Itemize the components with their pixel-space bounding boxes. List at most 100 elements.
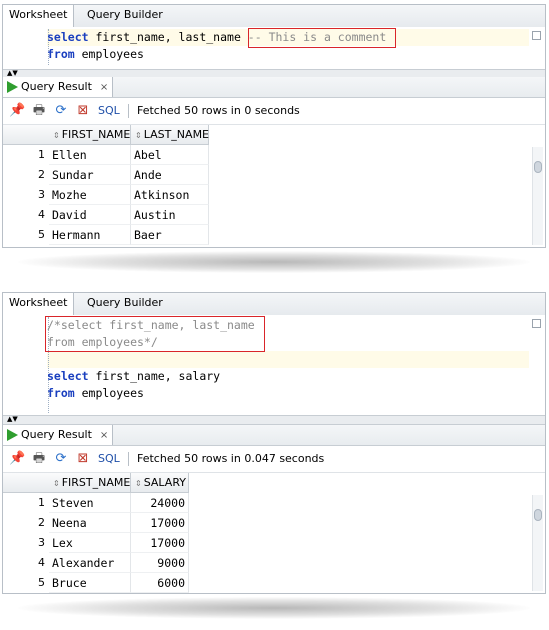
cell-last-name[interactable]: Abel xyxy=(131,145,209,165)
cell-first-name[interactable]: Mozhe xyxy=(49,185,131,205)
keyword-from: from xyxy=(47,386,75,400)
print-icon[interactable]: 🖶 xyxy=(31,451,47,467)
column-header-label: SALARY xyxy=(143,476,186,489)
cell-last-name[interactable]: Ande xyxy=(131,165,209,185)
cell-first-name[interactable]: David xyxy=(49,205,131,225)
vertical-scrollbar[interactable] xyxy=(532,147,543,245)
result-grid: ⇕ FIRST_NAME ⇕ LAST_NAME 1 Ellen Abel 2 Su… xyxy=(3,125,545,247)
row-number-header xyxy=(3,473,49,493)
close-icon[interactable]: × xyxy=(100,82,108,93)
result-tabbar: Query Result × xyxy=(3,425,545,446)
play-icon xyxy=(7,81,18,93)
keyword-select: select xyxy=(47,369,89,383)
panel-shadow xyxy=(18,251,530,273)
fetch-status: Fetched 50 rows in 0.047 seconds xyxy=(137,452,325,465)
cell-first-name[interactable]: Bruce xyxy=(49,573,131,593)
splitter-arrows-icon[interactable]: ▲▼ xyxy=(7,416,18,423)
scrollbar-thumb[interactable] xyxy=(534,509,542,521)
tab-query-builder[interactable]: Query Builder xyxy=(81,293,169,315)
row-number: 2 xyxy=(38,516,45,529)
scrollbar-thumb[interactable] xyxy=(534,161,542,173)
tab-query-builder[interactable]: Query Builder xyxy=(81,5,169,27)
cell-salary[interactable]: 17000 xyxy=(131,513,189,533)
refresh-icon[interactable]: ⟳ xyxy=(53,451,69,467)
cell-first-name[interactable]: Lex xyxy=(49,533,131,553)
sql-link[interactable]: SQL xyxy=(98,446,120,472)
sort-icon: ⇕ xyxy=(53,479,60,488)
cell-first-name[interactable]: Ellen xyxy=(49,145,131,165)
panel-shadow xyxy=(18,597,530,619)
sort-icon: ⇕ xyxy=(135,131,142,140)
sort-icon: ⇕ xyxy=(53,131,60,140)
cell-first-name[interactable]: Neena xyxy=(49,513,131,533)
cell-last-name[interactable]: Baer xyxy=(131,225,209,245)
code-line-select: select first_name, salary xyxy=(47,368,529,385)
row-number: 3 xyxy=(38,188,45,201)
column-header-first-name[interactable]: ⇕ FIRST_NAME xyxy=(49,473,131,493)
comment-highlight-box xyxy=(45,316,265,352)
cell-salary[interactable]: 6000 xyxy=(131,573,189,593)
code-text: first_name, salary xyxy=(88,369,221,383)
row-number: 4 xyxy=(38,208,45,221)
query-result-label: Query Result xyxy=(21,80,92,93)
vertical-scrollbar[interactable] xyxy=(532,495,543,591)
tab-query-result[interactable]: Query Result × xyxy=(3,77,114,97)
sql-editor[interactable]: /*select first_name, last_name from empl… xyxy=(3,315,545,415)
column-header-label: FIRST_NAME xyxy=(61,476,131,489)
close-icon[interactable]: × xyxy=(100,430,108,441)
editor-tabbar: Worksheet Query Builder xyxy=(2,293,545,316)
sort-icon: ⇕ xyxy=(135,479,142,488)
print-icon[interactable]: 🖶 xyxy=(31,103,47,119)
code-line-from: from employees xyxy=(47,385,529,402)
row-number: 5 xyxy=(38,228,45,241)
tab-query-result[interactable]: Query Result × xyxy=(3,425,114,445)
cell-first-name[interactable]: Steven xyxy=(49,493,131,513)
cell-first-name[interactable]: Hermann xyxy=(49,225,131,245)
result-toolbar: 📌 🖶 ⟳ ⊠ SQL Fetched 50 rows in 0.047 sec… xyxy=(3,446,545,473)
splitter-arrows-icon[interactable]: ▲▼ xyxy=(7,70,18,77)
cell-salary[interactable]: 24000 xyxy=(131,493,189,513)
row-number: 4 xyxy=(38,556,45,569)
column-header-first-name[interactable]: ⇕ FIRST_NAME xyxy=(49,125,131,145)
tab-worksheet[interactable]: Worksheet xyxy=(2,293,75,316)
row-number: 1 xyxy=(38,496,45,509)
result-grid: ⇕ FIRST_NAME ⇕ SALARY 1 Steven 24000 2 Nee… xyxy=(3,473,545,593)
cell-last-name[interactable]: Atkinson xyxy=(131,185,209,205)
editor-corner-box xyxy=(532,31,541,40)
cell-first-name[interactable]: Sundar xyxy=(49,165,131,185)
code-text: employees xyxy=(74,47,144,61)
pin-icon[interactable]: 📌 xyxy=(9,103,25,119)
column-header-last-name[interactable]: ⇕ LAST_NAME xyxy=(131,125,209,145)
editor-tabbar: Worksheet Query Builder xyxy=(2,5,545,28)
code-text: first_name, last_name xyxy=(88,30,248,44)
editor-corner-box xyxy=(532,319,541,328)
keyword-select: select xyxy=(47,30,89,44)
sql-link[interactable]: SQL xyxy=(98,98,120,124)
cell-first-name[interactable]: Alexander xyxy=(49,553,131,573)
toolbar-divider xyxy=(128,104,129,118)
cell-last-name[interactable]: Austin xyxy=(131,205,209,225)
code-line-2: from employees xyxy=(47,46,529,63)
clear-icon[interactable]: ⊠ xyxy=(75,451,91,467)
clear-icon[interactable]: ⊠ xyxy=(75,103,91,119)
query-result-label: Query Result xyxy=(21,428,92,441)
row-number: 1 xyxy=(38,148,45,161)
fetch-status: Fetched 50 rows in 0 seconds xyxy=(137,104,300,117)
result-tabbar: Query Result × xyxy=(3,77,545,98)
worksheet-panel-1: Worksheet Query Builder select first_nam… xyxy=(2,4,546,248)
row-number: 3 xyxy=(38,536,45,549)
editor-result-splitter[interactable]: ▲▼ xyxy=(3,415,545,425)
keyword-from: from xyxy=(47,47,75,61)
cell-salary[interactable]: 9000 xyxy=(131,553,189,573)
sql-editor[interactable]: select first_name, last_name -- This is … xyxy=(3,27,545,69)
code-text: employees xyxy=(74,386,144,400)
cell-salary[interactable]: 17000 xyxy=(131,533,189,553)
pin-icon[interactable]: 📌 xyxy=(9,451,25,467)
column-header-salary[interactable]: ⇕ SALARY xyxy=(131,473,189,493)
worksheet-panel-2: Worksheet Query Builder /*select first_n… xyxy=(2,292,546,594)
refresh-icon[interactable]: ⟳ xyxy=(53,103,69,119)
row-number-header xyxy=(3,125,49,145)
result-toolbar: 📌 🖶 ⟳ ⊠ SQL Fetched 50 rows in 0 seconds xyxy=(3,98,545,125)
tab-worksheet[interactable]: Worksheet xyxy=(2,5,75,28)
row-number: 5 xyxy=(38,576,45,589)
